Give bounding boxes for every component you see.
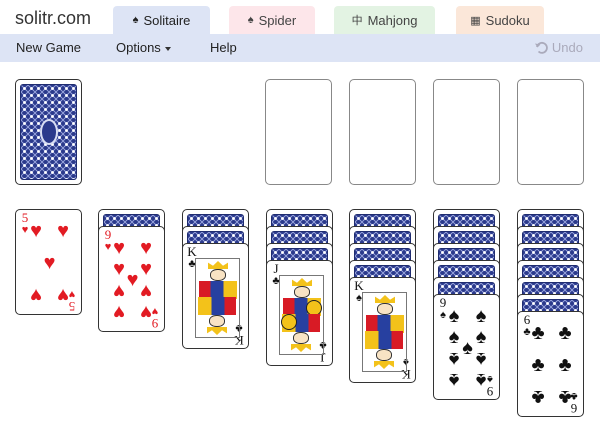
caret-down-icon [164, 46, 171, 51]
new-game-button[interactable]: New Game [16, 40, 81, 55]
suit-pip-icon: ♠ [448, 305, 460, 327]
court-figure-half [280, 314, 323, 354]
site-logo[interactable]: solitr.com [15, 8, 91, 29]
playing-card[interactable]: K ♣ K ♣ [182, 243, 249, 349]
spade-icon: ♠ [247, 14, 254, 26]
suit-pip-icon: ♥ [140, 280, 152, 302]
suit-pip-icon: ♣ [558, 322, 572, 344]
suit-pip-icon: ♣ [558, 354, 572, 376]
undo-icon [534, 41, 548, 54]
crown-icon [375, 295, 395, 303]
suit-pip-icon: ♠ [475, 348, 487, 370]
face-icon [376, 349, 392, 361]
spade-icon: ♠ [132, 14, 139, 26]
robe-shape [198, 297, 236, 315]
suit-pip-icon: ♥ [113, 237, 125, 259]
suit-pip-icon: ♠ [475, 305, 487, 327]
tab-mahjong[interactable]: 中 Mahjong [334, 6, 435, 34]
suit-pip-icon: ♥ [30, 220, 42, 242]
options-menu[interactable]: Options [116, 40, 171, 55]
card-back-medallion [39, 119, 58, 145]
court-figure-half [363, 331, 406, 371]
crown-icon [208, 261, 228, 269]
suit-pip-icon: ♠ [448, 348, 460, 370]
foundation-slot-1[interactable] [265, 79, 332, 185]
court-figure-half [196, 297, 239, 337]
suit-pip-icon: ♥ [140, 301, 152, 323]
face-icon [377, 303, 393, 315]
court-card-artwork [195, 258, 240, 338]
face-icon [209, 315, 225, 327]
card-rank: K [187, 244, 197, 259]
court-figure-half [280, 276, 323, 316]
court-card-artwork [362, 292, 407, 372]
crown-icon [207, 327, 227, 335]
shield-icon [281, 314, 297, 330]
undo-button[interactable]: Undo [534, 40, 583, 55]
tab-spider[interactable]: ♠ Spider [229, 6, 315, 34]
grid-icon: ▦ [470, 14, 481, 27]
face-icon [210, 269, 226, 281]
robe-shape [365, 331, 403, 349]
tab-label: Mahjong [367, 12, 418, 28]
playing-card[interactable]: 5 ♥ 5 ♥ ♥ ♥ ♥ ♥ ♥ [15, 209, 82, 315]
tab-sudoku[interactable]: ▦ Sudoku [456, 6, 544, 34]
suit-pip-icon: ♥ [43, 252, 56, 274]
tab-solitaire[interactable]: ♠ Solitaire [113, 6, 210, 34]
tab-label: Spider [258, 12, 297, 28]
crown-icon [292, 278, 312, 286]
suit-pip-icon: ♥ [30, 284, 42, 306]
suit-pip-icon: ♣ [531, 386, 545, 408]
suit-pip-icon: ♣ [531, 354, 545, 376]
stock-pile[interactable] [15, 79, 82, 185]
card-rank: J [273, 261, 279, 276]
help-button[interactable]: Help [210, 40, 237, 55]
suit-pip-icon: ♥ [57, 284, 69, 306]
menu-bar: New Game Options Help Undo [0, 34, 600, 62]
crown-icon [374, 361, 394, 369]
suit-pip-icon: ♠ [448, 369, 460, 391]
card-rank: K [354, 278, 364, 293]
mahjong-tile-icon: 中 [351, 15, 363, 27]
foundation-slot-3[interactable] [433, 79, 500, 185]
suit-pip-icon: ♣ [531, 322, 545, 344]
face-icon [293, 332, 309, 344]
tab-label: Solitaire [143, 12, 191, 28]
suit-pip-icon: ♥ [140, 237, 152, 259]
tab-label: Sudoku [485, 12, 530, 28]
court-card-artwork [279, 275, 324, 355]
playing-card[interactable]: 9 ♠ 9 ♠ ♠ ♠ ♠ ♠ ♠ ♠ ♠ ♠ ♠ [433, 294, 500, 400]
face-icon [294, 286, 310, 298]
court-figure-half [363, 293, 406, 333]
foundation-slot-4[interactable] [517, 79, 584, 185]
undo-label: Undo [551, 40, 583, 55]
suit-pip-icon: ♥ [57, 220, 69, 242]
suit-pip-icon: ♣ [558, 386, 572, 408]
suit-pip-icon: ♥ [113, 301, 125, 323]
playing-card[interactable]: J ♣ J ♣ [266, 260, 333, 366]
suit-pip-icon: ♥ [113, 280, 125, 302]
crown-icon [291, 344, 311, 352]
suit-pip-icon: ♠ [475, 369, 487, 391]
options-label: Options [116, 40, 161, 55]
playing-card[interactable]: 9 ♥ 9 ♥ ♥ ♥ ♥ ♥ ♥ ♥ ♥ ♥ ♥ [98, 226, 165, 332]
foundation-slot-2[interactable] [349, 79, 416, 185]
playing-card[interactable]: 6 ♣ 6 ♣ ♣ ♣ ♣ ♣ ♣ ♣ [517, 311, 584, 417]
playing-card[interactable]: K ♠ K ♠ [349, 277, 416, 383]
court-figure-half [196, 259, 239, 299]
top-bar: solitr.com ♠ Solitaire ♠ Spider 中 Mahjon… [0, 0, 600, 34]
